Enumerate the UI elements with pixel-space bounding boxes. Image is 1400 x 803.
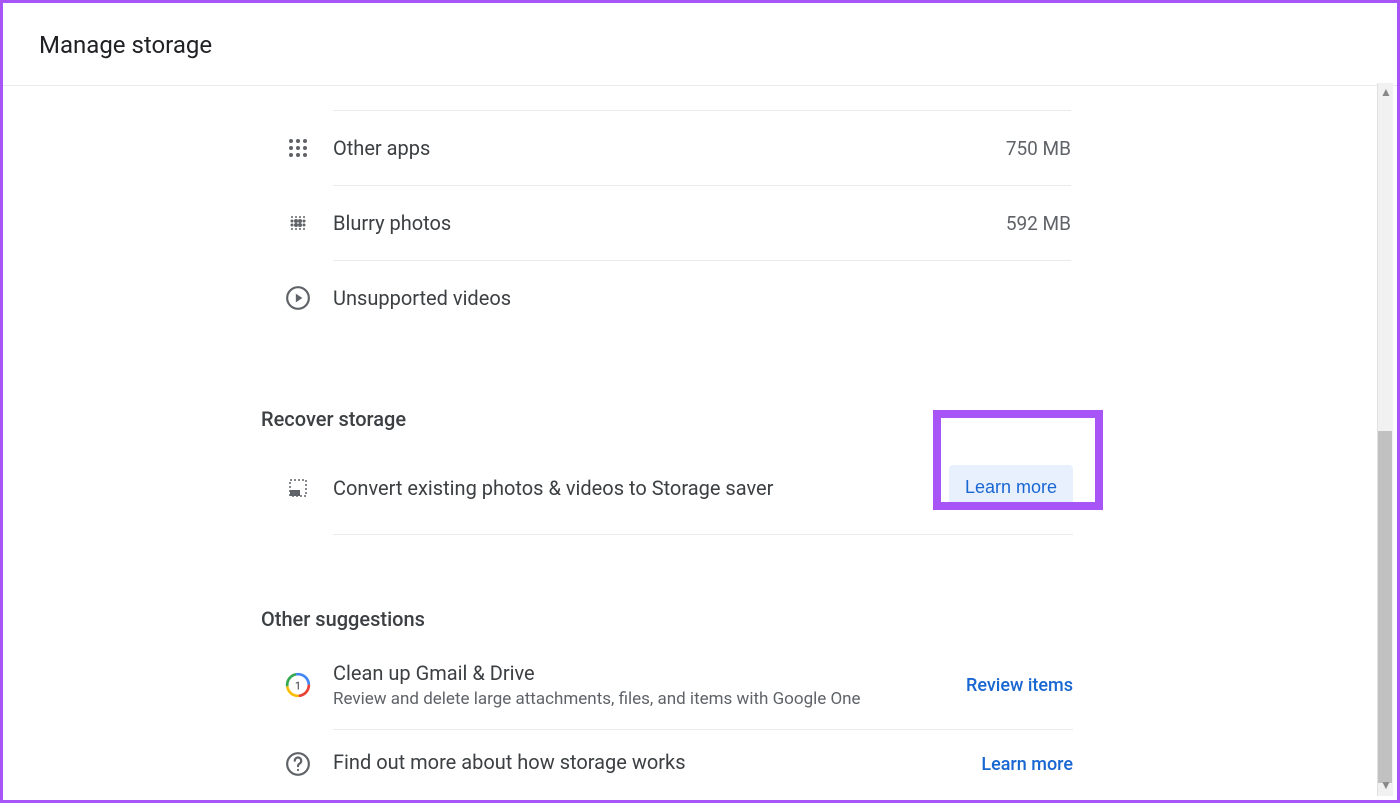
storage-item-blurry-photos[interactable]: Blurry photos 592 MB (333, 186, 1071, 261)
suggestion-item-cleanup: 1 Clean up Gmail & Drive Review and dele… (333, 641, 1073, 730)
recover-storage-heading: Recover storage (261, 407, 1397, 431)
scrollbar[interactable] (1377, 83, 1393, 796)
help-icon (285, 751, 311, 777)
storage-item-other-apps[interactable]: Other apps 750 MB (333, 110, 1071, 186)
play-icon (285, 285, 311, 311)
recover-item-convert: Convert existing photos & videos to Stor… (333, 441, 1073, 535)
storage-item-label: Unsupported videos (333, 286, 1071, 310)
storage-list: Other apps 750 MB Blurry photos 592 MB (261, 110, 1071, 335)
page-header: Manage storage (3, 3, 1397, 86)
storage-item-value: 750 MB (1006, 137, 1071, 160)
suggestion-title: Clean up Gmail & Drive (333, 661, 966, 685)
learn-more-button[interactable]: Learn more (949, 465, 1073, 510)
suggestion-text: Clean up Gmail & Drive Review and delete… (333, 661, 966, 709)
other-suggestions-heading: Other suggestions (261, 607, 1397, 631)
google-one-icon: 1 (285, 672, 311, 698)
learn-more-link[interactable]: Learn more (981, 754, 1073, 775)
blur-icon (285, 210, 311, 236)
suggestion-title: Find out more about how storage works (333, 750, 981, 774)
scrollbar-thumb[interactable] (1378, 431, 1392, 783)
review-items-link[interactable]: Review items (966, 675, 1073, 696)
scroll-down-arrow[interactable]: ▼ (1379, 780, 1393, 794)
storage-item-label: Other apps (333, 136, 1006, 160)
storage-item-value: 592 MB (1006, 212, 1071, 235)
scroll-up-arrow[interactable]: ▲ (1379, 87, 1393, 101)
recover-item-label: Convert existing photos & videos to Stor… (333, 476, 949, 500)
suggestion-description: Review and delete large attachments, fil… (333, 689, 966, 709)
apps-icon (285, 135, 311, 161)
storage-item-label: Blurry photos (333, 211, 1006, 235)
svg-text:1: 1 (295, 679, 301, 692)
main-content: Other apps 750 MB Blurry photos 592 MB (3, 86, 1397, 803)
storage-item-unsupported-videos[interactable]: Unsupported videos (333, 261, 1071, 335)
suggestion-item-storage-info: Find out more about how storage works Le… (333, 730, 1073, 798)
suggestion-text: Find out more about how storage works (333, 750, 981, 778)
page-title: Manage storage (39, 31, 1397, 59)
storage-saver-icon (285, 475, 311, 501)
